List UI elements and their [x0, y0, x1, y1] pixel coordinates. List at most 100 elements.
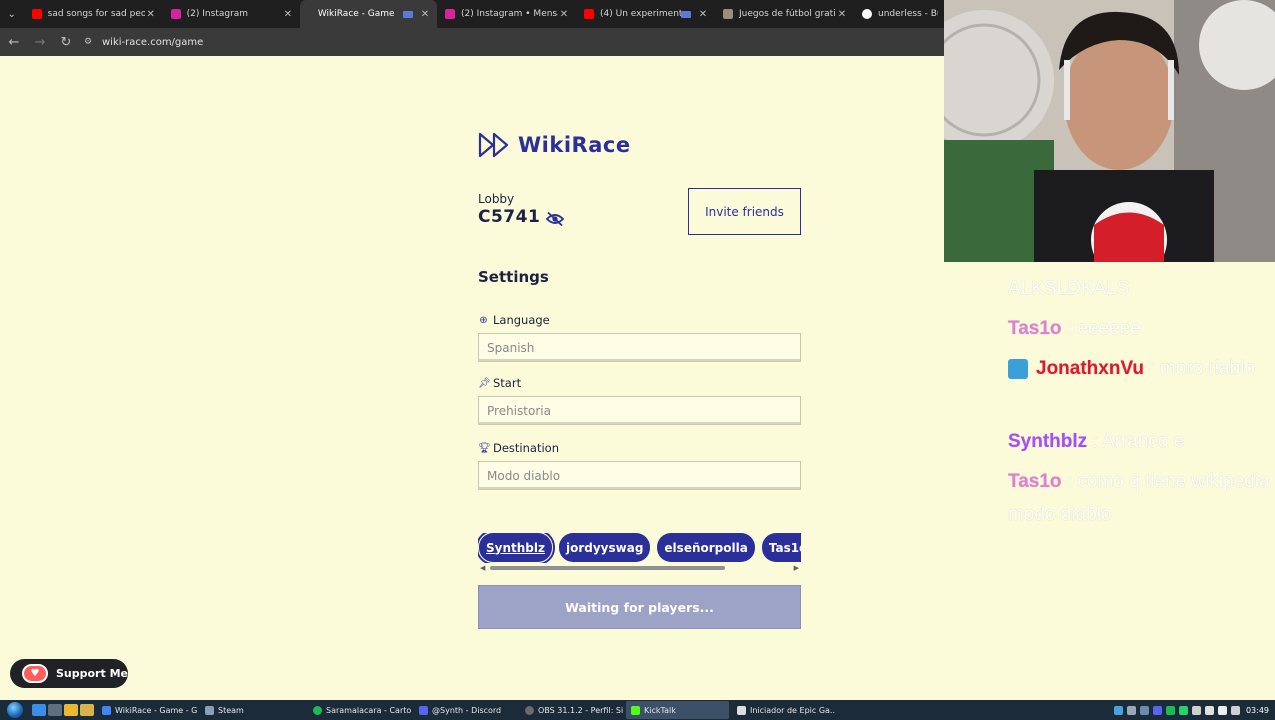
back-arrow-icon[interactable]: ←: [2, 30, 26, 54]
settings-heading: Settings: [478, 268, 549, 286]
taskbar-item[interactable]: WikiRace - Game - G...: [97, 701, 197, 719]
youtube-favicon-icon: [584, 9, 594, 19]
tab-title: (4) Un experimento 1: [600, 9, 681, 19]
chat-message: Tas1o : eeeeee: [1008, 312, 1270, 345]
eye-off-icon[interactable]: [545, 211, 565, 227]
destination-label: Destination: [493, 441, 559, 455]
lobby-label: Lobby: [478, 192, 515, 206]
chat-username: Tas1o: [1008, 471, 1062, 492]
scrollbar-thumb[interactable]: [490, 566, 725, 570]
tray-network-icon[interactable]: [1113, 705, 1123, 715]
chat-text: : eeeeee: [1066, 318, 1141, 339]
chat-message: Synthblz : Arranco e: [1008, 425, 1270, 458]
address-bar[interactable]: ⚙ wiki-race.com/game: [84, 37, 203, 48]
close-icon[interactable]: ✕: [145, 9, 157, 20]
close-icon[interactable]: ✕: [836, 9, 848, 20]
scroll-right-arrow-icon[interactable]: ▶: [794, 564, 799, 572]
webcam-overlay: [944, 0, 1275, 262]
tab-search-icon[interactable]: ⌄: [0, 0, 24, 28]
pin-icon: 📌︎: [478, 377, 491, 389]
trophy-icon: 🏆︎: [478, 442, 491, 454]
discord-icon: [419, 705, 428, 715]
sparkle-badge-icon: [1008, 358, 1028, 379]
close-icon[interactable]: ✕: [558, 9, 570, 20]
player-chip[interactable]: Synthblz: [478, 533, 555, 563]
game-favicon-icon: [723, 9, 733, 19]
webcam-image: [944, 0, 1275, 262]
player-chip[interactable]: Tas1o: [761, 533, 801, 562]
taskbar-item[interactable]: Iniciador de Epic Ga...: [732, 701, 835, 719]
taskbar-item[interactable]: @Synth - Discord: [414, 701, 517, 719]
tab-3[interactable]: (2) Instagram • Mensajes ✕: [437, 0, 576, 28]
taskbar-item-active[interactable]: KickTalk: [626, 701, 729, 719]
language-input[interactable]: Spanish: [478, 333, 801, 362]
tab-5[interactable]: Juegos de fútbol gratis e ✕: [715, 0, 854, 28]
chrome-icon[interactable]: [64, 704, 78, 716]
ie-icon[interactable]: [32, 704, 46, 716]
system-tray: 03:49: [1110, 700, 1275, 720]
tab-2-active[interactable]: WikiRace - Game ✕: [299, 0, 437, 28]
tab-title: underless - Buscar: [878, 9, 938, 19]
waiting-for-players-button[interactable]: Waiting for players...: [478, 585, 801, 629]
player-list-scrollbar[interactable]: ◀ ▶: [478, 564, 801, 572]
chat-text: ALKSLDKALS: [1008, 278, 1130, 299]
chat-username: JonathxnVu: [1036, 358, 1145, 379]
media-icon[interactable]: [48, 704, 62, 716]
language-placeholder: Spanish: [487, 340, 535, 355]
taskbar-item[interactable]: Steam: [200, 701, 305, 719]
tab-0[interactable]: sad songs for sad people ✕: [24, 0, 163, 28]
tray-speaker-icon[interactable]: [1230, 705, 1240, 715]
tray-mic-icon[interactable]: [1204, 705, 1214, 715]
tab-title: (2) Instagram • Mensajes: [461, 9, 558, 19]
chat-message: Tas1o : como q tiene wikipedia modo diab…: [1008, 465, 1270, 531]
tray-shield-icon[interactable]: [1126, 705, 1136, 715]
tray-whatsapp-icon[interactable]: [1178, 705, 1188, 715]
forward-arrow-icon[interactable]: →: [28, 30, 52, 54]
tab-1[interactable]: (2) Instagram ✕: [163, 0, 300, 28]
tab-4[interactable]: (4) Un experimento 1 ✕: [576, 0, 715, 28]
destination-label-row: 🏆︎ Destination: [478, 441, 559, 455]
player-list[interactable]: Synthblz jordyyswag elseñorpolla Tas1o: [478, 533, 801, 563]
close-icon[interactable]: ✕: [697, 9, 709, 20]
globe-icon: ⊕: [479, 314, 488, 326]
start-button[interactable]: [0, 700, 30, 720]
language-label-row: ⊕ Language: [478, 313, 549, 327]
tray-discord-icon[interactable]: [1152, 705, 1162, 715]
start-label: Start: [493, 376, 522, 390]
taskbar-item-label: KickTalk: [644, 705, 676, 715]
taskbar-item-label: Saramalacara - Carto...: [326, 705, 411, 715]
start-input[interactable]: Prehistoria: [478, 396, 801, 425]
lobby-code: C5741: [478, 207, 541, 227]
close-icon[interactable]: ✕: [282, 9, 294, 20]
tab-title: sad songs for sad people: [47, 9, 145, 19]
tab-6[interactable]: underless - Buscar: [854, 0, 944, 28]
tray-flag-icon[interactable]: [1217, 705, 1227, 715]
steam-icon: [205, 705, 214, 715]
tray-spotify-icon[interactable]: [1165, 705, 1175, 715]
tray-epic-icon[interactable]: [1191, 705, 1201, 715]
wikirace-logo[interactable]: WikiRace: [478, 132, 631, 158]
taskbar-item[interactable]: OBS 31.1.2 - Perfil: Si...: [520, 701, 623, 719]
destination-input[interactable]: Modo diablo: [478, 461, 801, 490]
close-icon[interactable]: ✕: [419, 9, 431, 20]
invite-friends-button[interactable]: Invite friends: [688, 188, 801, 235]
folder-icon[interactable]: [80, 704, 94, 716]
player-chip[interactable]: elseñorpolla: [657, 533, 755, 562]
taskbar-item-label: OBS 31.1.2 - Perfil: Si...: [538, 705, 623, 715]
brand-title: WikiRace: [518, 133, 631, 157]
taskbar-item-label: Steam: [218, 705, 244, 715]
windows-logo-icon: [7, 702, 23, 718]
site-info-icon[interactable]: ⚙: [84, 37, 98, 47]
cast-icon: [403, 10, 413, 18]
support-me-button[interactable]: ♥ Support Me: [10, 659, 128, 688]
reload-icon[interactable]: ↻: [54, 30, 78, 54]
url-text: wiki-race.com/game: [102, 36, 204, 48]
scroll-left-arrow-icon[interactable]: ◀: [480, 564, 485, 572]
youtube-favicon-icon: [31, 9, 42, 19]
kofi-heart-icon: ♥: [22, 664, 48, 683]
tray-steam-icon[interactable]: [1139, 705, 1149, 715]
chat-username: Tas1o: [1008, 318, 1062, 339]
taskbar-item[interactable]: Saramalacara - Carto...: [308, 701, 411, 719]
taskbar-clock[interactable]: 03:49: [1246, 706, 1269, 715]
player-chip[interactable]: jordyyswag: [558, 533, 651, 562]
